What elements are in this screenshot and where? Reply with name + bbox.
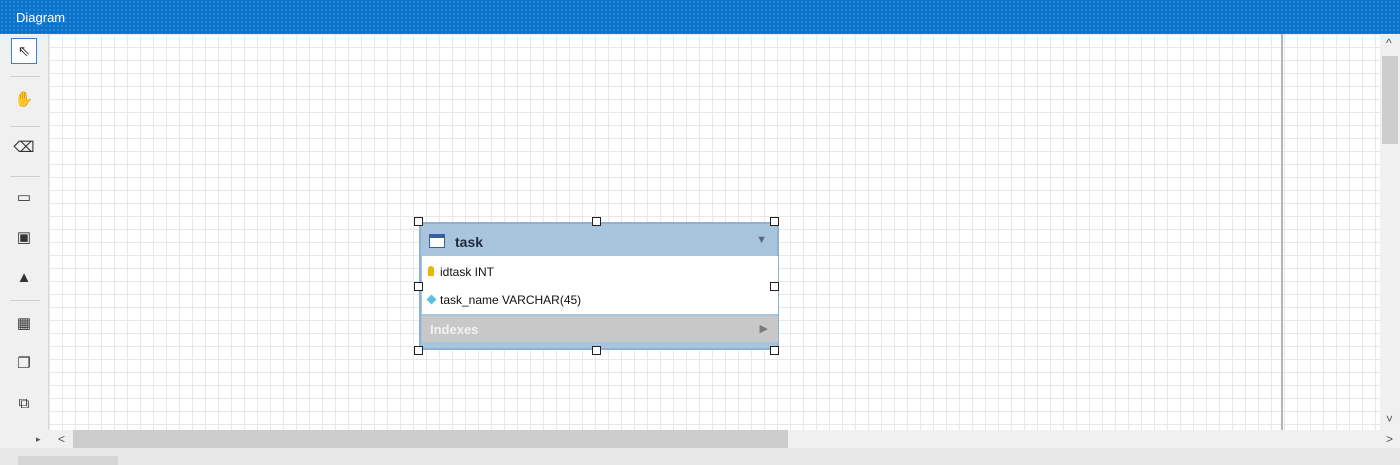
bottom-tab-strip [0, 448, 1400, 465]
toolbar-separator [10, 176, 40, 177]
diagram-title-bar: Diagram [0, 0, 1400, 34]
resize-handle-bottom-left[interactable] [414, 346, 423, 355]
resize-handle-bottom[interactable] [592, 346, 601, 355]
scroll-left-icon[interactable]: < [58, 432, 65, 446]
resize-handle-left[interactable] [414, 282, 423, 291]
page-boundary-line [1281, 34, 1283, 430]
table-header[interactable]: task ▼ [421, 224, 777, 256]
table-name: task [455, 234, 484, 250]
toolbar-expand-icon[interactable]: ▸ [36, 434, 41, 445]
note-tool-icon[interactable]: ▣ [11, 224, 37, 250]
scroll-right-icon[interactable]: > [1386, 432, 1393, 446]
collapse-toggle-icon[interactable]: ▼ [756, 234, 767, 246]
horizontal-scrollbar[interactable]: ▸ < > [0, 430, 1400, 448]
toolbar-separator [10, 126, 40, 127]
toolbar-separator [10, 300, 40, 301]
scroll-up-icon[interactable]: ^ [1386, 36, 1392, 50]
expand-arrow-icon[interactable]: ▶ [760, 322, 768, 335]
hand-tool-icon[interactable]: ✋ [11, 86, 37, 112]
resize-handle-right[interactable] [770, 282, 779, 291]
routine-tool-icon[interactable]: ⧉ [11, 390, 37, 416]
panel-title: Diagram [16, 10, 66, 25]
column-label: task_name VARCHAR(45) [440, 293, 582, 307]
diagram-toolbar: ⇖ ✋ ⌫ ▭ ▣ ▲ ▦ ❐ ⧉ [0, 34, 49, 430]
bottom-tab[interactable] [18, 456, 118, 465]
vertical-scrollbar[interactable]: ^ ˅ [1380, 34, 1400, 430]
resize-handle-top[interactable] [592, 217, 601, 226]
diagram-canvas[interactable]: task ▼ idtask INT task_name VARCHAR(45) … [49, 34, 1380, 430]
horizontal-scroll-thumb[interactable] [73, 430, 788, 448]
toolbar-separator [10, 76, 40, 77]
column-row[interactable]: task_name VARCHAR(45) [422, 286, 778, 314]
table-tool-icon[interactable]: ▦ [11, 310, 37, 336]
scroll-down-icon[interactable]: ˅ [1386, 412, 1393, 426]
layer-tool-icon[interactable]: ▭ [11, 184, 37, 210]
column-label: idtask INT [440, 265, 495, 279]
indexes-label: Indexes [430, 322, 479, 337]
column-list: idtask INT task_name VARCHAR(45) [422, 256, 778, 314]
resize-handle-bottom-right[interactable] [770, 346, 779, 355]
resize-handle-top-right[interactable] [770, 217, 779, 226]
indexes-section[interactable]: Indexes ▶ [422, 316, 778, 342]
pointer-tool-icon[interactable]: ⇖ [11, 38, 37, 64]
vertical-scroll-thumb[interactable] [1382, 56, 1398, 144]
eraser-tool-icon[interactable]: ⌫ [11, 134, 37, 160]
table-icon [429, 234, 445, 248]
view-tool-icon[interactable]: ❐ [11, 350, 37, 376]
primary-key-icon [428, 266, 434, 276]
image-tool-icon[interactable]: ▲ [11, 264, 37, 290]
column-row[interactable]: idtask INT [422, 258, 778, 286]
column-diamond-icon [426, 294, 437, 305]
resize-handle-top-left[interactable] [414, 217, 423, 226]
task-table-figure[interactable]: task ▼ idtask INT task_name VARCHAR(45) … [419, 222, 779, 350]
